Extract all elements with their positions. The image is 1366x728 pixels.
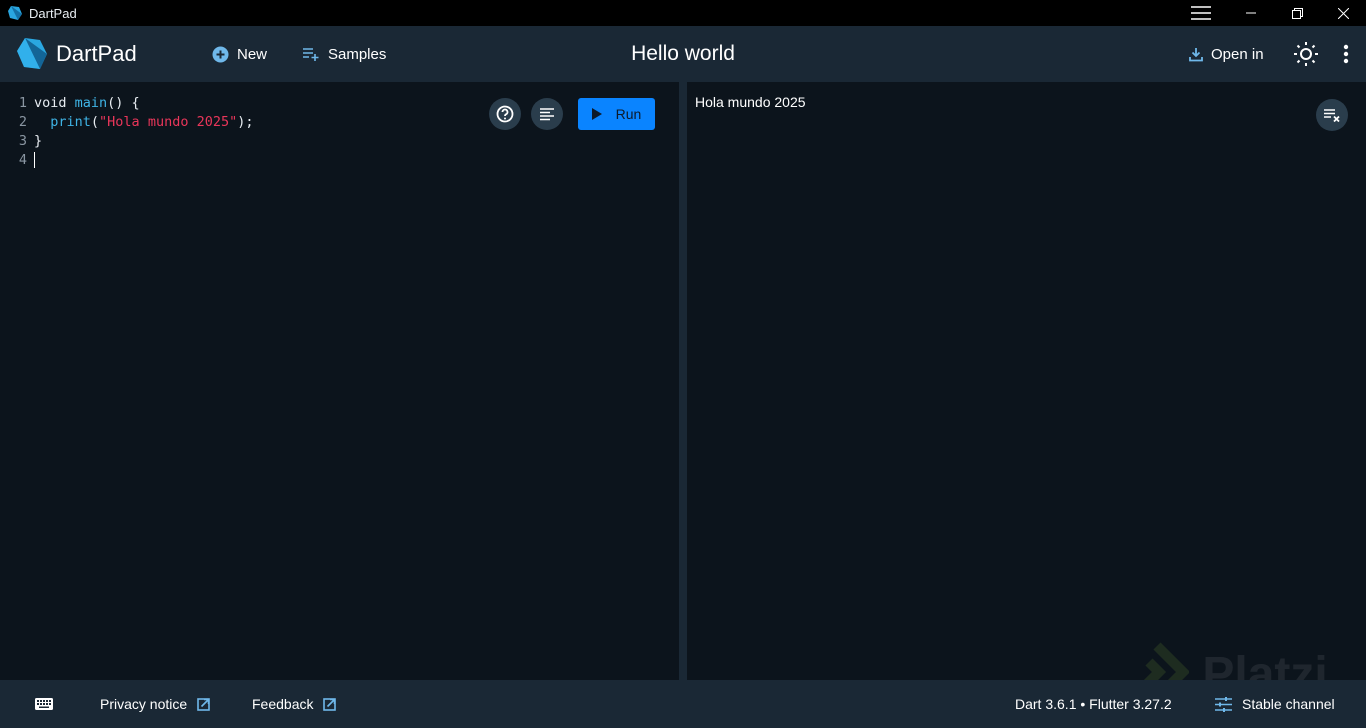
window-title: DartPad xyxy=(29,5,77,21)
code-line[interactable]: 3} xyxy=(0,132,42,151)
open-in-label: Open in xyxy=(1211,45,1264,63)
code-token: "Hola mundo 2025" xyxy=(99,114,238,130)
clear-console-button[interactable] xyxy=(1316,99,1348,131)
code-line[interactable]: 2 print("Hola mundo 2025"); xyxy=(0,113,254,132)
pane-divider[interactable] xyxy=(679,82,687,680)
menu-icon[interactable] xyxy=(1178,0,1224,26)
line-number: 3 xyxy=(18,133,27,149)
app-header: DartPad New Samples Hello world Open in xyxy=(0,26,1366,82)
code-token: main xyxy=(74,95,108,111)
code-token: ( xyxy=(90,114,100,130)
output-text: Hola mundo 2025 xyxy=(695,94,806,110)
download-icon xyxy=(1189,47,1203,61)
version-info: Dart 3.6.1 • Flutter 3.27.2 xyxy=(1015,680,1172,728)
code-line[interactable]: 4 xyxy=(0,151,35,170)
window-titlebar: DartPad xyxy=(0,0,1366,26)
run-button[interactable]: Run xyxy=(578,98,655,130)
brand-name: DartPad xyxy=(56,41,137,66)
line-number: 1 xyxy=(18,95,27,111)
feedback-link[interactable]: Feedback xyxy=(252,680,337,728)
open-in-new-icon xyxy=(323,697,337,711)
minimize-button[interactable] xyxy=(1228,0,1274,26)
format-align-icon xyxy=(540,107,554,120)
channel-selector[interactable]: Stable channel xyxy=(1205,680,1335,728)
text-cursor xyxy=(34,152,35,168)
line-number: 4 xyxy=(18,152,27,168)
footer: Privacy notice Feedback Dart 3.6.1 • Flu… xyxy=(0,680,1366,728)
open-in-new-icon xyxy=(197,697,210,711)
line-number: 2 xyxy=(18,114,27,130)
open-in-button[interactable]: Open in xyxy=(1189,26,1264,82)
samples-button[interactable]: Samples xyxy=(303,26,386,82)
more-vert-icon xyxy=(1343,44,1349,64)
help-icon xyxy=(496,105,514,123)
keyboard-icon xyxy=(35,698,53,710)
brand: DartPad xyxy=(16,37,137,71)
play-icon xyxy=(591,108,602,120)
code-editor[interactable]: Run 1 void main() { 2 print("Hola mundo 20… xyxy=(0,82,679,680)
feedback-label: Feedback xyxy=(252,696,314,712)
code-token: print xyxy=(50,114,91,130)
samples-label: Samples xyxy=(328,45,387,63)
code-token: ); xyxy=(237,114,254,130)
new-label: New xyxy=(237,45,268,63)
code-token: } xyxy=(34,133,43,149)
restore-button[interactable] xyxy=(1274,0,1320,26)
playlist-add-icon xyxy=(303,48,319,61)
new-button[interactable]: New xyxy=(212,26,267,82)
add-circle-icon xyxy=(212,46,229,62)
console-output: Hola mundo 2025 xyxy=(687,82,1366,680)
code-token: void xyxy=(34,95,75,111)
keyboard-shortcuts-button[interactable] xyxy=(35,680,53,728)
page-title: Hello world xyxy=(631,42,735,65)
privacy-notice-link[interactable]: Privacy notice xyxy=(100,680,210,728)
sun-icon xyxy=(1294,42,1318,66)
theme-toggle-button[interactable] xyxy=(1294,26,1326,82)
code-token: () { xyxy=(107,95,140,111)
version-label: Dart 3.6.1 • Flutter 3.27.2 xyxy=(1015,696,1172,712)
privacy-label: Privacy notice xyxy=(100,696,188,712)
dart-logo-icon xyxy=(17,38,47,69)
code-line[interactable]: 1 void main() { xyxy=(0,94,140,113)
channel-label: Stable channel xyxy=(1242,696,1335,712)
help-button[interactable] xyxy=(489,98,521,130)
run-label: Run xyxy=(615,106,642,122)
dart-logo-icon xyxy=(8,6,22,20)
tune-icon xyxy=(1215,696,1232,712)
more-options-button[interactable] xyxy=(1343,26,1357,82)
clear-all-icon xyxy=(1324,109,1340,122)
format-button[interactable] xyxy=(531,98,563,130)
close-button[interactable] xyxy=(1320,0,1366,26)
